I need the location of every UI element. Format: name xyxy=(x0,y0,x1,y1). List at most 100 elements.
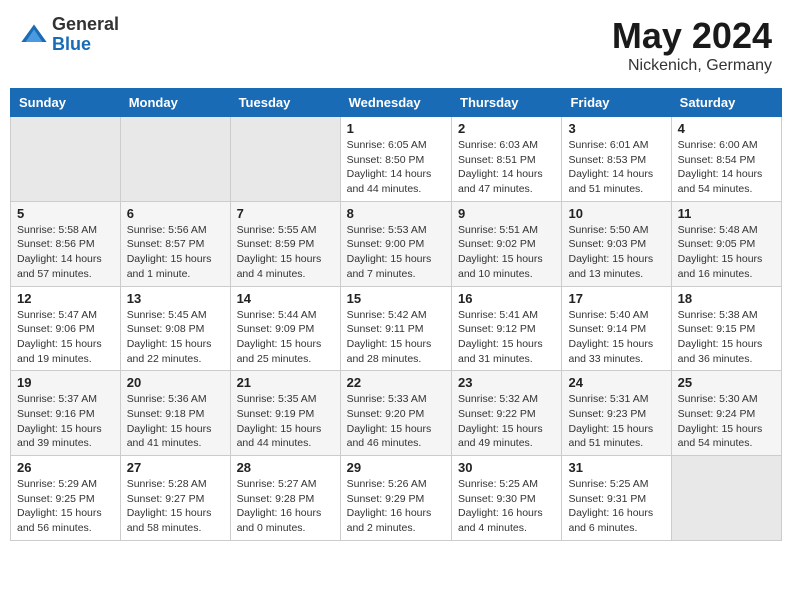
day-number: 30 xyxy=(458,460,555,475)
table-row: 18 Sunrise: 5:38 AM Sunset: 9:15 PM Dayli… xyxy=(671,286,781,371)
table-row: 7Sunrise: 5:55 AM Sunset: 8:59 PM Daylig… xyxy=(230,201,340,286)
day-info: Sunrise: 5:27 AM Sunset: 9:28 PM Dayligh… xyxy=(237,477,334,536)
table-row: 11 Sunrise: 5:48 AM Sunset: 9:05 PM Dayli… xyxy=(671,201,781,286)
day-info: Sunrise: 5:41 AM Sunset: 9:12 PM Dayligh… xyxy=(458,308,555,367)
day-number: 11 xyxy=(678,206,775,221)
header-thursday: Thursday xyxy=(452,89,562,117)
day-info: Sunrise: 6:01 AM Sunset: 8:53 PM Dayligh… xyxy=(568,138,664,197)
day-number: 9 xyxy=(458,206,555,221)
day-info: Sunrise: 5:47 AM Sunset: 9:06 PM Dayligh… xyxy=(17,308,114,367)
day-info: Sunrise: 5:31 AM Sunset: 9:23 PM Dayligh… xyxy=(568,392,664,451)
day-number: 31 xyxy=(568,460,664,475)
calendar-table: Sunday Monday Tuesday Wednesday Thursday… xyxy=(10,88,782,541)
table-row: 15 Sunrise: 5:42 AM Sunset: 9:11 PM Dayli… xyxy=(340,286,451,371)
day-info: Sunrise: 5:51 AM Sunset: 9:02 PM Dayligh… xyxy=(458,223,555,282)
day-info: Sunrise: 5:56 AM Sunset: 8:57 PM Dayligh… xyxy=(127,223,224,282)
day-info: Sunrise: 6:03 AM Sunset: 8:51 PM Dayligh… xyxy=(458,138,555,197)
table-row: 22 Sunrise: 5:33 AM Sunset: 9:20 PM Dayli… xyxy=(340,371,451,456)
day-number: 15 xyxy=(347,291,445,306)
table-row: 31Sunrise: 5:25 AM Sunset: 9:31 PM Dayli… xyxy=(562,456,671,541)
day-info: Sunrise: 5:48 AM Sunset: 9:05 PM Dayligh… xyxy=(678,223,775,282)
logo-general: General xyxy=(52,15,119,35)
table-row: 17 Sunrise: 5:40 AM Sunset: 9:14 PM Dayli… xyxy=(562,286,671,371)
day-info: Sunrise: 5:26 AM Sunset: 9:29 PM Dayligh… xyxy=(347,477,445,536)
table-row: 16 Sunrise: 5:41 AM Sunset: 9:12 PM Dayli… xyxy=(452,286,562,371)
day-info: Sunrise: 5:45 AM Sunset: 9:08 PM Dayligh… xyxy=(127,308,224,367)
location: Nickenich, Germany xyxy=(612,57,772,75)
logo-blue: Blue xyxy=(52,35,119,55)
day-number: 4 xyxy=(678,121,775,136)
table-row: 30 Sunrise: 5:25 AM Sunset: 9:30 PM Dayli… xyxy=(452,456,562,541)
day-info: Sunrise: 5:25 AM Sunset: 9:30 PM Dayligh… xyxy=(458,477,555,536)
day-number: 29 xyxy=(347,460,445,475)
logo: General Blue xyxy=(20,15,119,55)
header-monday: Monday xyxy=(120,89,230,117)
table-row: 2Sunrise: 6:03 AM Sunset: 8:51 PM Daylig… xyxy=(452,117,562,202)
day-number: 27 xyxy=(127,460,224,475)
day-number: 22 xyxy=(347,375,445,390)
table-row: 14 Sunrise: 5:44 AM Sunset: 9:09 PM Dayli… xyxy=(230,286,340,371)
calendar-week-row: 5Sunrise: 5:58 AM Sunset: 8:56 PM Daylig… xyxy=(11,201,782,286)
day-info: Sunrise: 5:32 AM Sunset: 9:22 PM Dayligh… xyxy=(458,392,555,451)
table-row: 19Sunrise: 5:37 AM Sunset: 9:16 PM Dayli… xyxy=(11,371,121,456)
day-number: 26 xyxy=(17,460,114,475)
table-row: 12 Sunrise: 5:47 AM Sunset: 9:06 PM Dayli… xyxy=(11,286,121,371)
header-wednesday: Wednesday xyxy=(340,89,451,117)
month-title: May 2024 xyxy=(612,15,772,57)
day-info: Sunrise: 5:35 AM Sunset: 9:19 PM Dayligh… xyxy=(237,392,334,451)
day-number: 28 xyxy=(237,460,334,475)
day-info: Sunrise: 5:42 AM Sunset: 9:11 PM Dayligh… xyxy=(347,308,445,367)
table-row: 13 Sunrise: 5:45 AM Sunset: 9:08 PM Dayli… xyxy=(120,286,230,371)
table-row: 21 Sunrise: 5:35 AM Sunset: 9:19 PM Dayli… xyxy=(230,371,340,456)
table-row: 26 Sunrise: 5:29 AM Sunset: 9:25 PM Dayli… xyxy=(11,456,121,541)
table-row: 29 Sunrise: 5:26 AM Sunset: 9:29 PM Dayli… xyxy=(340,456,451,541)
header-friday: Friday xyxy=(562,89,671,117)
day-info: Sunrise: 5:37 AM Sunset: 9:16 PM Dayligh… xyxy=(17,392,114,451)
table-row: 1Sunrise: 6:05 AM Sunset: 8:50 PM Daylig… xyxy=(340,117,451,202)
day-info: Sunrise: 5:55 AM Sunset: 8:59 PM Dayligh… xyxy=(237,223,334,282)
page-header: General Blue May 2024 Nickenich, Germany xyxy=(10,10,782,80)
day-info: Sunrise: 5:29 AM Sunset: 9:25 PM Dayligh… xyxy=(17,477,114,536)
day-number: 17 xyxy=(568,291,664,306)
table-row: 25 Sunrise: 5:30 AM Sunset: 9:24 PM Dayli… xyxy=(671,371,781,456)
table-row: 6Sunrise: 5:56 AM Sunset: 8:57 PM Daylig… xyxy=(120,201,230,286)
weekday-header-row: Sunday Monday Tuesday Wednesday Thursday… xyxy=(11,89,782,117)
day-number: 8 xyxy=(347,206,445,221)
table-row: 8 Sunrise: 5:53 AM Sunset: 9:00 PM Daylig… xyxy=(340,201,451,286)
table-row: 9 Sunrise: 5:51 AM Sunset: 9:02 PM Daylig… xyxy=(452,201,562,286)
table-row: 5Sunrise: 5:58 AM Sunset: 8:56 PM Daylig… xyxy=(11,201,121,286)
day-info: Sunrise: 5:33 AM Sunset: 9:20 PM Dayligh… xyxy=(347,392,445,451)
day-number: 21 xyxy=(237,375,334,390)
day-number: 3 xyxy=(568,121,664,136)
day-info: Sunrise: 5:30 AM Sunset: 9:24 PM Dayligh… xyxy=(678,392,775,451)
table-row: 23Sunrise: 5:32 AM Sunset: 9:22 PM Dayli… xyxy=(452,371,562,456)
title-block: May 2024 Nickenich, Germany xyxy=(612,15,772,75)
day-number: 13 xyxy=(127,291,224,306)
table-row: 20 Sunrise: 5:36 AM Sunset: 9:18 PM Dayli… xyxy=(120,371,230,456)
table-row: 3 Sunrise: 6:01 AM Sunset: 8:53 PM Daylig… xyxy=(562,117,671,202)
day-number: 12 xyxy=(17,291,114,306)
day-info: Sunrise: 5:38 AM Sunset: 9:15 PM Dayligh… xyxy=(678,308,775,367)
table-row xyxy=(671,456,781,541)
day-info: Sunrise: 6:05 AM Sunset: 8:50 PM Dayligh… xyxy=(347,138,445,197)
day-number: 14 xyxy=(237,291,334,306)
day-number: 20 xyxy=(127,375,224,390)
calendar-week-row: 12 Sunrise: 5:47 AM Sunset: 9:06 PM Dayli… xyxy=(11,286,782,371)
day-info: Sunrise: 5:28 AM Sunset: 9:27 PM Dayligh… xyxy=(127,477,224,536)
day-info: Sunrise: 5:44 AM Sunset: 9:09 PM Dayligh… xyxy=(237,308,334,367)
calendar-week-row: 26 Sunrise: 5:29 AM Sunset: 9:25 PM Dayli… xyxy=(11,456,782,541)
day-number: 16 xyxy=(458,291,555,306)
day-info: Sunrise: 5:53 AM Sunset: 9:00 PM Dayligh… xyxy=(347,223,445,282)
day-number: 25 xyxy=(678,375,775,390)
day-number: 24 xyxy=(568,375,664,390)
table-row: 10Sunrise: 5:50 AM Sunset: 9:03 PM Dayli… xyxy=(562,201,671,286)
logo-icon xyxy=(20,21,48,49)
day-number: 18 xyxy=(678,291,775,306)
day-info: Sunrise: 6:00 AM Sunset: 8:54 PM Dayligh… xyxy=(678,138,775,197)
day-number: 5 xyxy=(17,206,114,221)
table-row: 27 Sunrise: 5:28 AM Sunset: 9:27 PM Dayli… xyxy=(120,456,230,541)
day-info: Sunrise: 5:40 AM Sunset: 9:14 PM Dayligh… xyxy=(568,308,664,367)
table-row: 28 Sunrise: 5:27 AM Sunset: 9:28 PM Dayli… xyxy=(230,456,340,541)
header-sunday: Sunday xyxy=(11,89,121,117)
day-info: Sunrise: 5:36 AM Sunset: 9:18 PM Dayligh… xyxy=(127,392,224,451)
